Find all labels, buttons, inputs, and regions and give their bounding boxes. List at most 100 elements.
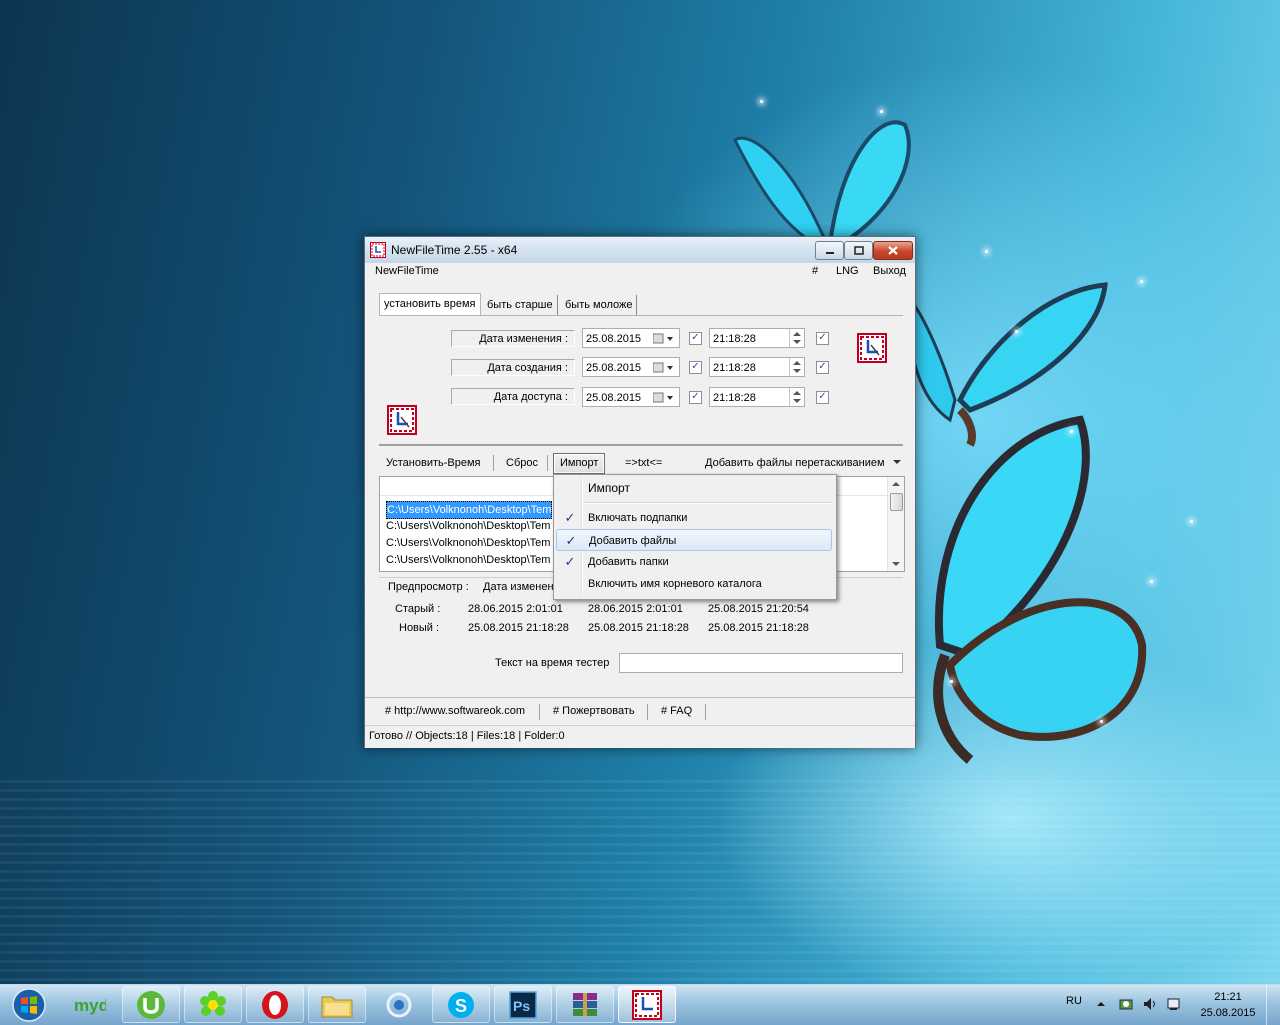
volume-icon[interactable]	[1142, 996, 1158, 1012]
taskbar-icq[interactable]	[184, 986, 242, 1023]
menu-item-label: Импорт	[588, 481, 630, 495]
tester-text-input[interactable]	[619, 653, 903, 673]
preview-column-header: Дата изменен	[483, 581, 554, 593]
created-date-picker[interactable]: 25.08.2015	[582, 357, 680, 377]
taskbar-skype[interactable]: S	[432, 986, 490, 1023]
sparkle	[1070, 430, 1073, 433]
import-button[interactable]: Импорт	[553, 453, 606, 474]
website-link[interactable]: # http://www.softwareok.com	[385, 705, 525, 717]
donate-link[interactable]: # Пожертвовать	[553, 705, 635, 717]
clock-date[interactable]: 25.08.2015	[1198, 1007, 1258, 1019]
network-icon[interactable]	[1118, 996, 1134, 1012]
modified-date-checkbox[interactable]: ✓	[689, 332, 702, 345]
maximize-icon	[853, 246, 864, 255]
created-time-input[interactable]: 21:18:28	[709, 357, 805, 377]
show-desktop-button[interactable]	[1266, 985, 1280, 1025]
accessed-time-value: 21:18:28	[713, 392, 756, 404]
time-spinner-icon[interactable]	[789, 329, 804, 347]
accessed-time-checkbox[interactable]: ✓	[816, 391, 829, 404]
time-spinner-icon[interactable]	[789, 358, 804, 376]
taskbar-utorrent[interactable]	[122, 986, 180, 1023]
new-accessed-value: 25.08.2015 21:18:28	[708, 622, 809, 634]
links-bar: # http://www.softwareok.com # Пожертвова…	[365, 697, 915, 724]
accessed-date-picker[interactable]: 25.08.2015	[582, 387, 680, 407]
action-center-flag-icon[interactable]	[1166, 996, 1182, 1012]
menu-item-add-folders[interactable]: ✓ Добавить папки	[556, 551, 832, 573]
water-reflection	[0, 780, 1280, 984]
svg-text:S: S	[455, 996, 467, 1016]
newfiletime-app-icon	[370, 242, 386, 258]
taskbar-explorer[interactable]	[308, 986, 366, 1023]
scroll-thumb[interactable]	[890, 493, 903, 511]
menu-item-import-header[interactable]: Импорт	[556, 477, 832, 499]
newfiletime-logo-icon[interactable]	[857, 333, 887, 363]
sparkle	[1190, 520, 1193, 523]
modified-date-picker[interactable]: 25.08.2015	[582, 328, 680, 348]
menu-exit[interactable]: Выход	[873, 265, 906, 277]
modified-time-input[interactable]: 21:18:28	[709, 328, 805, 348]
accessed-date-checkbox[interactable]: ✓	[689, 391, 702, 404]
taskbar-mydefrag[interactable]: myd	[60, 986, 118, 1023]
start-orb-icon[interactable]	[4, 987, 54, 1023]
faq-link[interactable]: # FAQ	[661, 705, 692, 717]
drag-drop-dropdown[interactable]: Добавить файлы перетаскиванием	[705, 454, 902, 472]
list-item[interactable]: C:\Users\Volknonoh\Desktop\Tem	[386, 518, 550, 534]
maximize-button[interactable]	[844, 241, 873, 260]
clock-time[interactable]: 21:21	[1200, 991, 1256, 1003]
tray-expand-icon[interactable]	[1096, 999, 1106, 1009]
accessed-date-value: 25.08.2015	[586, 392, 642, 404]
minimize-button[interactable]	[815, 241, 844, 260]
winrar-books-icon	[573, 992, 597, 1016]
menu-hash[interactable]: #	[812, 265, 818, 277]
calendar-icon	[653, 392, 673, 403]
qip-icon	[386, 992, 412, 1017]
icq-flower-icon	[200, 990, 226, 1016]
scroll-down-icon[interactable]	[888, 557, 904, 571]
tester-label: Текст на время тестер	[495, 657, 610, 669]
scroll-up-icon[interactable]	[888, 477, 904, 491]
menu-newfiletime[interactable]: NewFileTime	[375, 265, 439, 277]
taskbar-opera[interactable]	[246, 986, 304, 1023]
reset-button[interactable]: Сброс	[506, 454, 538, 472]
accessed-time-input[interactable]: 21:18:28	[709, 387, 805, 407]
close-button[interactable]	[873, 241, 913, 260]
created-date-value: 25.08.2015	[586, 362, 642, 374]
list-item[interactable]: C:\Users\Volknonoh\Desktop\Tem	[386, 501, 553, 519]
mydefrag-icon: myd	[74, 996, 106, 1015]
sparkle	[1140, 280, 1143, 283]
taskbar-photoshop[interactable]: Ps	[494, 986, 552, 1023]
menu-item-add-files[interactable]: ✓ Добавить файлы	[556, 529, 832, 551]
taskbar-winrar[interactable]	[556, 986, 614, 1023]
menu-item-label: Включить имя корневого каталога	[588, 578, 762, 590]
close-icon	[888, 246, 898, 255]
menu-language[interactable]: LNG	[836, 265, 859, 277]
modified-time-checkbox[interactable]: ✓	[816, 332, 829, 345]
created-time-checkbox[interactable]: ✓	[816, 361, 829, 374]
time-spinner-icon[interactable]	[789, 388, 804, 406]
created-date-checkbox[interactable]: ✓	[689, 361, 702, 374]
list-item[interactable]: C:\Users\Volknonoh\Desktop\Tem	[386, 552, 550, 568]
sparkle	[985, 250, 988, 253]
list-item[interactable]: C:\Users\Volknonoh\Desktop\Tem	[386, 535, 550, 551]
status-text: Готово // Objects:18 | Files:18 | Folder…	[369, 730, 565, 742]
menu-item-label: Включать подпапки	[588, 512, 688, 524]
modified-date-value: 25.08.2015	[586, 333, 642, 345]
tab-set-time[interactable]: установить время	[379, 293, 481, 315]
vertical-scrollbar[interactable]	[887, 477, 904, 571]
sparkle	[1150, 580, 1153, 583]
status-bar: Готово // Objects:18 | Files:18 | Folder…	[365, 725, 915, 748]
title-bar[interactable]: NewFileTime 2.55 - x64	[365, 237, 915, 263]
tab-be-younger[interactable]: быть моложе	[561, 295, 638, 315]
export-txt-button[interactable]: =>txt<=	[625, 454, 662, 472]
preview-label: Предпросмотр :	[388, 581, 469, 593]
taskbar-qip[interactable]	[370, 986, 428, 1023]
menu-item-include-subfolders[interactable]: ✓ Включать подпапки	[556, 507, 832, 529]
skype-icon: S	[448, 991, 474, 1018]
newfiletime-logo-icon[interactable]	[387, 405, 417, 435]
tray-language-indicator[interactable]: RU	[1066, 995, 1082, 1007]
menu-item-include-root-name[interactable]: Включить имя корневого каталога	[556, 573, 832, 595]
folder-icon	[321, 996, 353, 1017]
tab-be-older[interactable]: быть старше	[483, 295, 558, 315]
taskbar-newfiletime[interactable]	[618, 986, 676, 1023]
set-time-button[interactable]: Установить-Время	[386, 454, 481, 472]
